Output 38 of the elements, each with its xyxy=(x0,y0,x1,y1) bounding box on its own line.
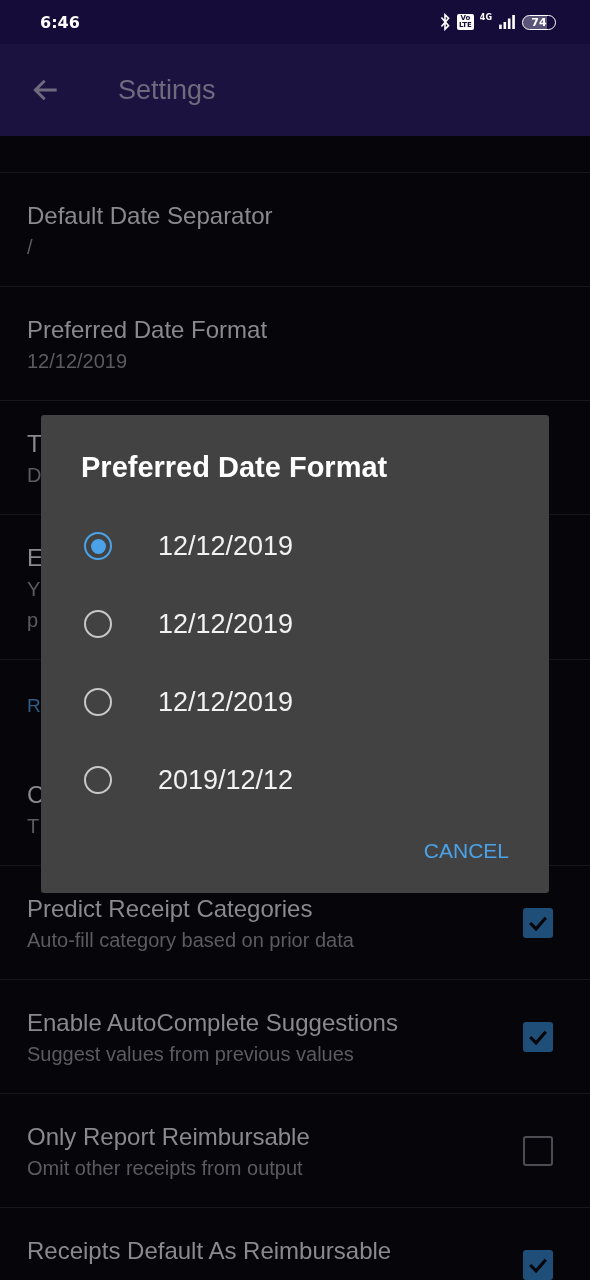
option-label[interactable]: 2019/12/12 xyxy=(158,764,294,796)
setting-value: Omit other receipts from output xyxy=(27,1156,303,1181)
signal-icon xyxy=(498,15,516,29)
setting-title[interactable]: T xyxy=(27,431,42,457)
setting-value: / xyxy=(27,235,33,260)
setting-title[interactable]: Default Date Separator xyxy=(27,203,273,229)
setting-title[interactable]: Preferred Date Format xyxy=(27,317,268,343)
checkbox[interactable] xyxy=(523,908,553,938)
setting-value: Auto-fill category based on prior data xyxy=(27,928,354,953)
setting-title[interactable]: Receipts Default As Reimbursable xyxy=(27,1238,392,1264)
radio-button[interactable] xyxy=(84,766,112,794)
checkbox[interactable] xyxy=(523,1136,553,1166)
setting-value: T xyxy=(27,814,40,839)
cancel-button[interactable]: CANCEL xyxy=(423,831,509,871)
checkbox[interactable] xyxy=(523,1022,553,1052)
section-header: R xyxy=(27,695,41,717)
dialog-title: Preferred Date Format xyxy=(81,451,389,485)
screen-title: Settings xyxy=(118,74,216,106)
radio-button[interactable] xyxy=(84,532,112,560)
setting-value: p xyxy=(27,608,39,633)
network-type: 4G xyxy=(479,13,492,22)
setting-value: Y xyxy=(27,577,41,602)
radio-button[interactable] xyxy=(84,610,112,638)
clock: 6:46 xyxy=(40,12,80,32)
setting-title[interactable]: Enable AutoComplete Suggestions xyxy=(27,1010,398,1036)
option-label[interactable]: 12/12/2019 xyxy=(158,608,294,640)
battery-icon: 74 xyxy=(522,14,556,30)
option-label[interactable]: 12/12/2019 xyxy=(158,530,294,562)
setting-title[interactable]: Only Report Reimbursable xyxy=(27,1124,310,1150)
checkbox[interactable] xyxy=(523,1250,553,1280)
bluetooth-icon xyxy=(439,13,451,31)
option-label[interactable]: 12/12/2019 xyxy=(158,686,294,718)
setting-title[interactable]: Predict Receipt Categories xyxy=(27,896,313,922)
setting-title[interactable]: E xyxy=(27,545,43,571)
setting-value: Suggest values from previous values xyxy=(27,1042,354,1067)
setting-value: D xyxy=(27,463,42,488)
radio-button[interactable] xyxy=(84,688,112,716)
setting-value: 12/12/2019 xyxy=(27,349,128,374)
